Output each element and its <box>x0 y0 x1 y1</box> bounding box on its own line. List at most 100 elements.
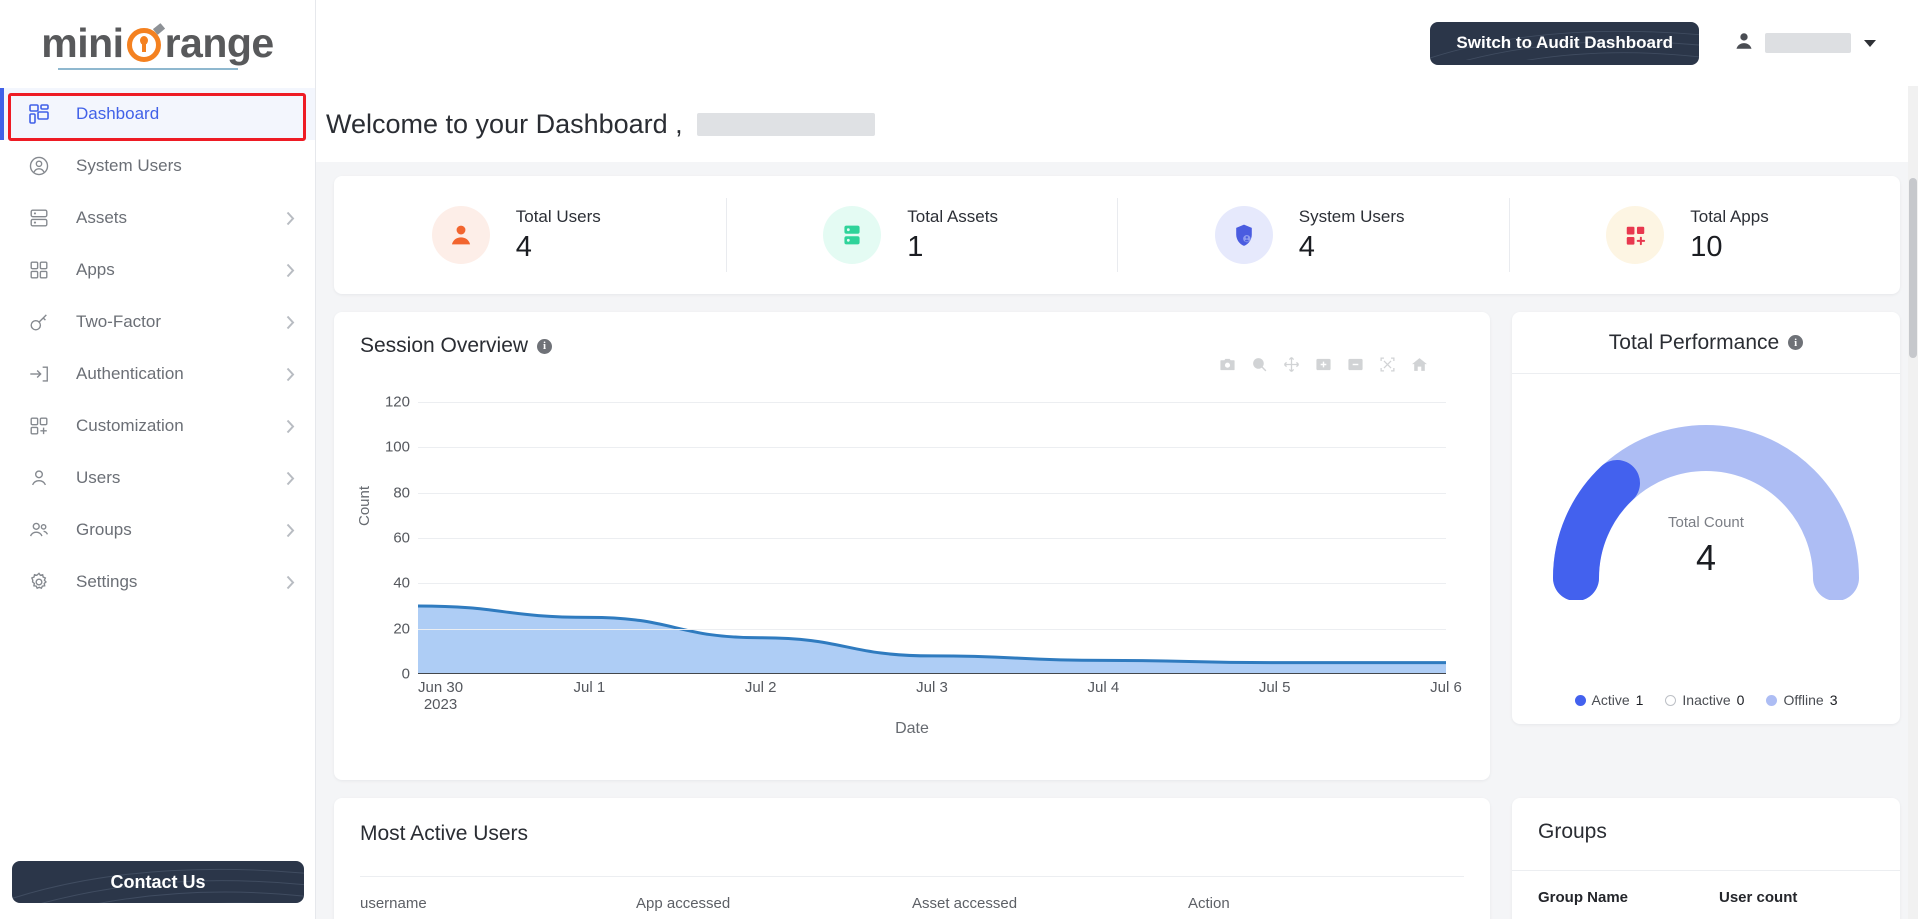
page-content: Welcome to your Dashboard , Total Users … <box>316 86 1918 919</box>
sidebar: mini range Dashboard System Users Assets… <box>0 0 316 919</box>
column-header-action: Action <box>1188 895 1230 912</box>
legend-value: 3 <box>1829 692 1838 708</box>
chart-gridline <box>418 628 1446 630</box>
chart-plot-area[interactable]: 0 20 40 60 80 100 120 Jun 30 2023 Jul 1 Jul 2 Jul 3… <box>385 384 1462 713</box>
performance-legend: Active 1 Inactive 0 Offline 3 <box>1512 692 1900 724</box>
column-header-asset-accessed: Asset accessed <box>912 895 1018 912</box>
column-header-username: username <box>360 895 427 912</box>
performance-gauge: Total Count 4 <box>1512 374 1900 692</box>
chart-x-tick: Jul 3 <box>916 679 948 696</box>
page-title: Welcome to your Dashboard , <box>326 109 875 140</box>
sidebar-item-groups[interactable]: Groups <box>0 504 315 556</box>
zoom-icon[interactable] <box>1251 356 1268 378</box>
legend-value: 1 <box>1635 692 1644 708</box>
chevron-right-icon <box>283 315 297 330</box>
user-menu[interactable] <box>1733 30 1876 57</box>
sidebar-item-system-users[interactable]: System Users <box>0 140 315 192</box>
chart-x-tick: Jul 6 <box>1430 679 1462 696</box>
chart-y-tick: 120 <box>384 393 410 411</box>
stat-value: 1 <box>907 230 924 263</box>
person-icon <box>1733 30 1755 57</box>
stat-label: Total Assets <box>907 206 998 226</box>
welcome-name-redacted <box>696 112 875 136</box>
chart-y-tick: 0 <box>401 665 410 683</box>
brand-logo[interactable]: mini range <box>0 0 315 86</box>
groups-title: Groups <box>1538 820 1607 843</box>
sidebar-item-settings[interactable]: Settings <box>0 556 315 608</box>
chart-x-tick: Jul 5 <box>1258 679 1291 696</box>
column-header-group-name: Group Name <box>1538 889 1629 906</box>
session-overview-title: Session Overview i <box>360 334 1464 358</box>
login-arrow-icon <box>28 363 58 385</box>
sidebar-item-two-factor[interactable]: Two-Factor <box>0 296 315 348</box>
chevron-right-icon <box>283 263 297 278</box>
info-icon[interactable]: i <box>1788 335 1804 350</box>
stat-total-users: Total Users 4 <box>334 176 726 294</box>
groups-title-wrap: Groups <box>1512 798 1900 844</box>
apps-plus-icon <box>1606 206 1665 264</box>
stat-value: 4 <box>1298 230 1315 263</box>
user-circle-icon <box>28 155 58 177</box>
zoom-in-icon[interactable] <box>1315 356 1332 378</box>
legend-swatch <box>1665 694 1677 706</box>
sidebar-item-label: Customization <box>76 416 184 435</box>
chart-y-tick: 20 <box>393 620 410 638</box>
chart-modebar <box>1219 356 1428 378</box>
chart-gridline <box>418 402 1446 404</box>
welcome-bar: Welcome to your Dashboard , <box>316 86 1918 162</box>
switch-to-audit-dashboard-button[interactable]: Switch to Audit Dashboard <box>1430 21 1699 65</box>
chevron-right-icon <box>283 419 297 434</box>
chart-y-tick: 40 <box>393 574 410 592</box>
person-icon <box>431 206 490 264</box>
brand-name-prefix: mini <box>41 19 124 66</box>
info-icon[interactable]: i <box>537 338 553 354</box>
sidebar-item-assets[interactable]: Assets <box>0 192 315 244</box>
chart-y-tick: 100 <box>384 438 410 456</box>
session-chart[interactable]: Count 0 20 40 60 80 100 120 Jun 30 2023 Jul 1 Jul … <box>356 376 1464 746</box>
stat-label: Total Apps <box>1690 206 1769 226</box>
sidebar-item-dashboard[interactable]: Dashboard <box>0 88 315 140</box>
charts-row: Session Overview i Count 0 20 40 60 80 1… <box>334 312 1900 780</box>
contact-us-button[interactable]: Contact Us <box>12 861 304 903</box>
stats-summary-card: Total Users 4 Total Assets 1 System User… <box>334 176 1900 294</box>
legend-value: 0 <box>1736 692 1745 708</box>
stat-value: 4 <box>515 230 532 263</box>
zoom-out-icon[interactable] <box>1347 356 1364 378</box>
chart-gridline <box>418 538 1446 540</box>
sidebar-item-users[interactable]: Users <box>0 452 315 504</box>
chevron-right-icon <box>283 575 297 590</box>
most-active-users-title: Most Active Users <box>360 822 529 845</box>
chart-y-axis-title: Count <box>356 485 373 526</box>
legend-item-offline[interactable]: Offline 3 <box>1766 692 1837 708</box>
autoscale-icon[interactable] <box>1379 356 1396 378</box>
panel-title-label: Session Overview <box>360 334 529 357</box>
legend-label: Inactive <box>1682 692 1731 708</box>
apps-grid-icon <box>28 259 58 281</box>
chevron-down-icon[interactable] <box>1864 39 1876 47</box>
gauge-value: 4 <box>1695 537 1717 578</box>
chevron-right-icon <box>283 471 297 486</box>
server-icon <box>823 206 882 264</box>
sidebar-item-apps[interactable]: Apps <box>0 244 315 296</box>
legend-item-active[interactable]: Active 1 <box>1574 692 1644 708</box>
camera-icon[interactable] <box>1219 356 1236 378</box>
chart-x-tick: Jun 30 2023 <box>418 679 464 713</box>
sidebar-item-authentication[interactable]: Authentication <box>0 348 315 400</box>
reset-home-icon[interactable] <box>1411 356 1428 378</box>
logo-underline <box>58 68 238 70</box>
page-scrollbar-thumb[interactable] <box>1909 178 1917 358</box>
gauge-caption: Total Count <box>1668 514 1744 531</box>
legend-item-inactive[interactable]: Inactive 0 <box>1665 692 1744 708</box>
chart-y-tick: 60 <box>393 529 410 547</box>
most-active-users-panel: Most Active Users username App accessed … <box>334 798 1490 919</box>
most-active-users-header-row: username App accessed Asset accessed Act… <box>360 876 1464 912</box>
pan-icon[interactable] <box>1283 356 1300 378</box>
audit-button-label: Switch to Audit Dashboard <box>1456 33 1673 52</box>
sidebar-item-label: Authentication <box>76 364 184 383</box>
contact-us-label: Contact Us <box>110 871 206 892</box>
sidebar-item-customization[interactable]: Customization <box>0 400 315 452</box>
chart-gridline <box>418 583 1446 585</box>
page-scrollbar-track[interactable] <box>1908 86 1918 919</box>
stat-total-apps: Total Apps 10 <box>1508 176 1901 294</box>
groups-panel: Groups Group Name User count <box>1512 798 1900 919</box>
